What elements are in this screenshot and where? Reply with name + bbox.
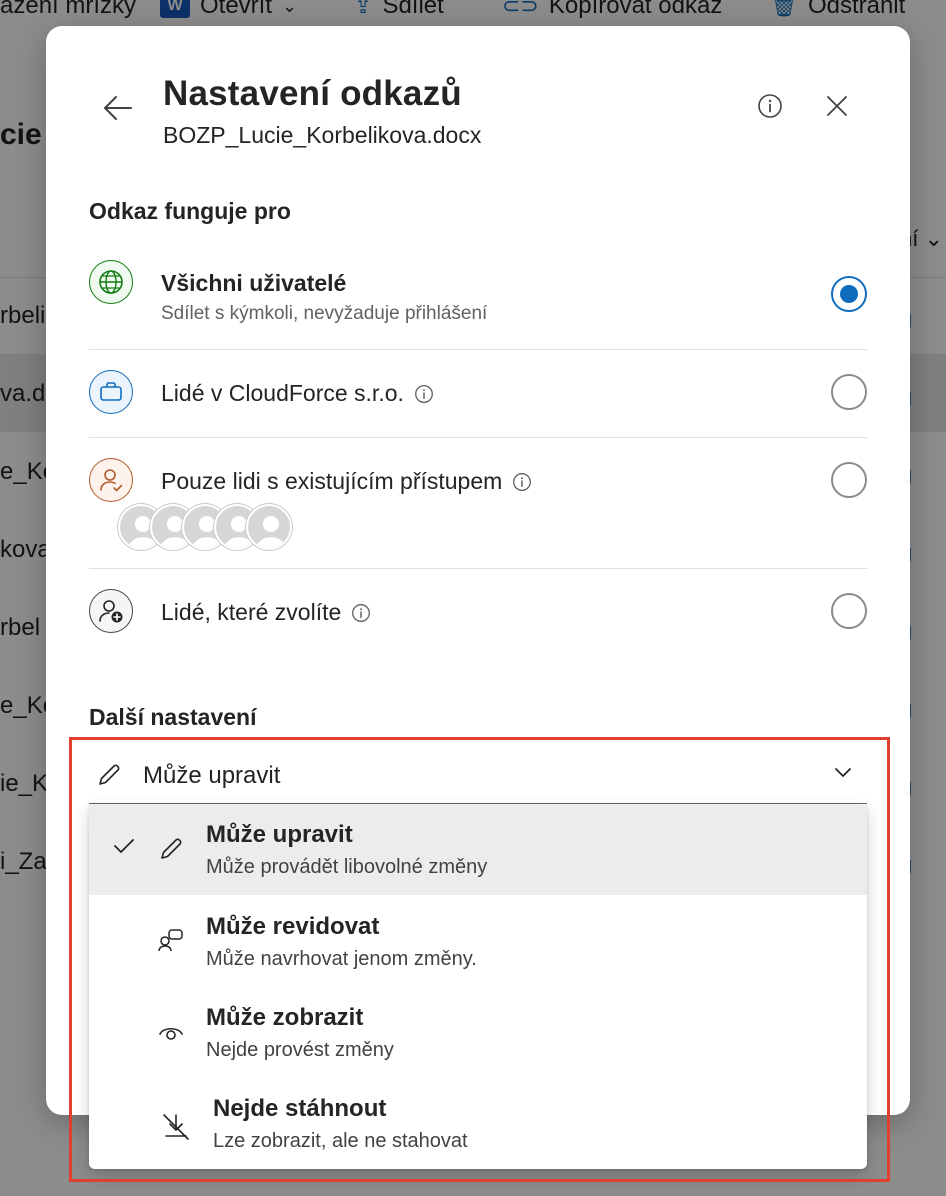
info-icon[interactable] [414,384,434,404]
info-icon [758,94,782,118]
option-subtitle: Sdílet s kýmkoli, nevyžaduje přihlášení [161,303,488,324]
link-works-for-heading: Odkaz funguje pro [89,198,291,224]
option-everyone[interactable]: Všichni uživatelé Sdílet s kýmkoli, nevy… [89,260,867,350]
radio-everyone[interactable] [831,276,867,312]
option-title: Všichni uživatelé [161,270,347,296]
avatar-group [118,504,318,550]
dialog-title: Nastavení odkazů [163,74,462,113]
briefcase-icon [89,370,133,414]
review-icon [158,929,183,952]
permission-menu: Může upravit Může provádět libovolné změ… [89,805,867,1169]
person-access-icon [89,458,133,502]
menu-item-can-review[interactable]: Může revidovat Může navrhovat jenom změn… [89,897,867,987]
option-specific-people[interactable]: Lidé, které zvolíte [89,589,867,649]
permission-dropdown[interactable]: Může upravit [89,748,867,804]
option-organization[interactable]: Lidé v CloudForce s.r.o. [89,370,867,438]
option-title: Pouze lidi s existujícím přístupem [161,468,532,495]
option-title: Lidé v CloudForce s.r.o. [161,380,434,407]
menu-item-can-edit[interactable]: Může upravit Může provádět libovolné změ… [89,805,867,895]
menu-item-subtitle: Může provádět libovolné změny [206,856,488,878]
menu-item-title: Může upravit [206,821,353,848]
menu-item-block-download[interactable]: Nejde stáhnout Lze zobrazit, ale ne stah… [89,1079,867,1169]
menu-item-subtitle: Lze zobrazit, ale ne stahovat [213,1130,468,1152]
person-add-icon [89,589,133,633]
menu-item-can-view[interactable]: Může zobrazit Nejde provést změny [89,988,867,1078]
more-settings-heading: Další nastavení [89,704,257,730]
info-icon[interactable] [512,472,532,492]
divider [89,437,867,438]
menu-item-subtitle: Nejde provést změny [206,1039,394,1061]
checkmark-icon [114,839,134,853]
radio-existing-access[interactable] [831,462,867,498]
info-button[interactable] [757,93,783,119]
eye-icon [159,1027,183,1040]
info-icon[interactable] [351,603,371,623]
avatar [246,504,292,550]
no-download-icon [163,1114,189,1140]
arrow-left-icon [104,96,132,120]
radio-specific-people[interactable] [831,593,867,629]
pencil-icon [99,764,120,785]
permission-value: Může upravit [143,762,281,789]
option-title: Lidé, které zvolíte [161,599,371,626]
file-name: BOZP_Lucie_Korbelikova.docx [163,122,482,148]
close-icon [827,96,847,116]
chevron-down-icon [835,768,851,777]
menu-item-title: Může revidovat [206,913,380,940]
menu-item-subtitle: Může navrhovat jenom změny. [206,948,477,970]
divider [89,349,867,350]
divider [89,568,867,569]
back-button[interactable] [102,92,134,124]
menu-item-title: Může zobrazit [206,1004,364,1031]
menu-item-title: Nejde stáhnout [213,1095,387,1122]
pencil-icon [161,838,182,859]
radio-organization[interactable] [831,374,867,410]
globe-icon [89,260,133,304]
close-button[interactable] [824,93,850,119]
